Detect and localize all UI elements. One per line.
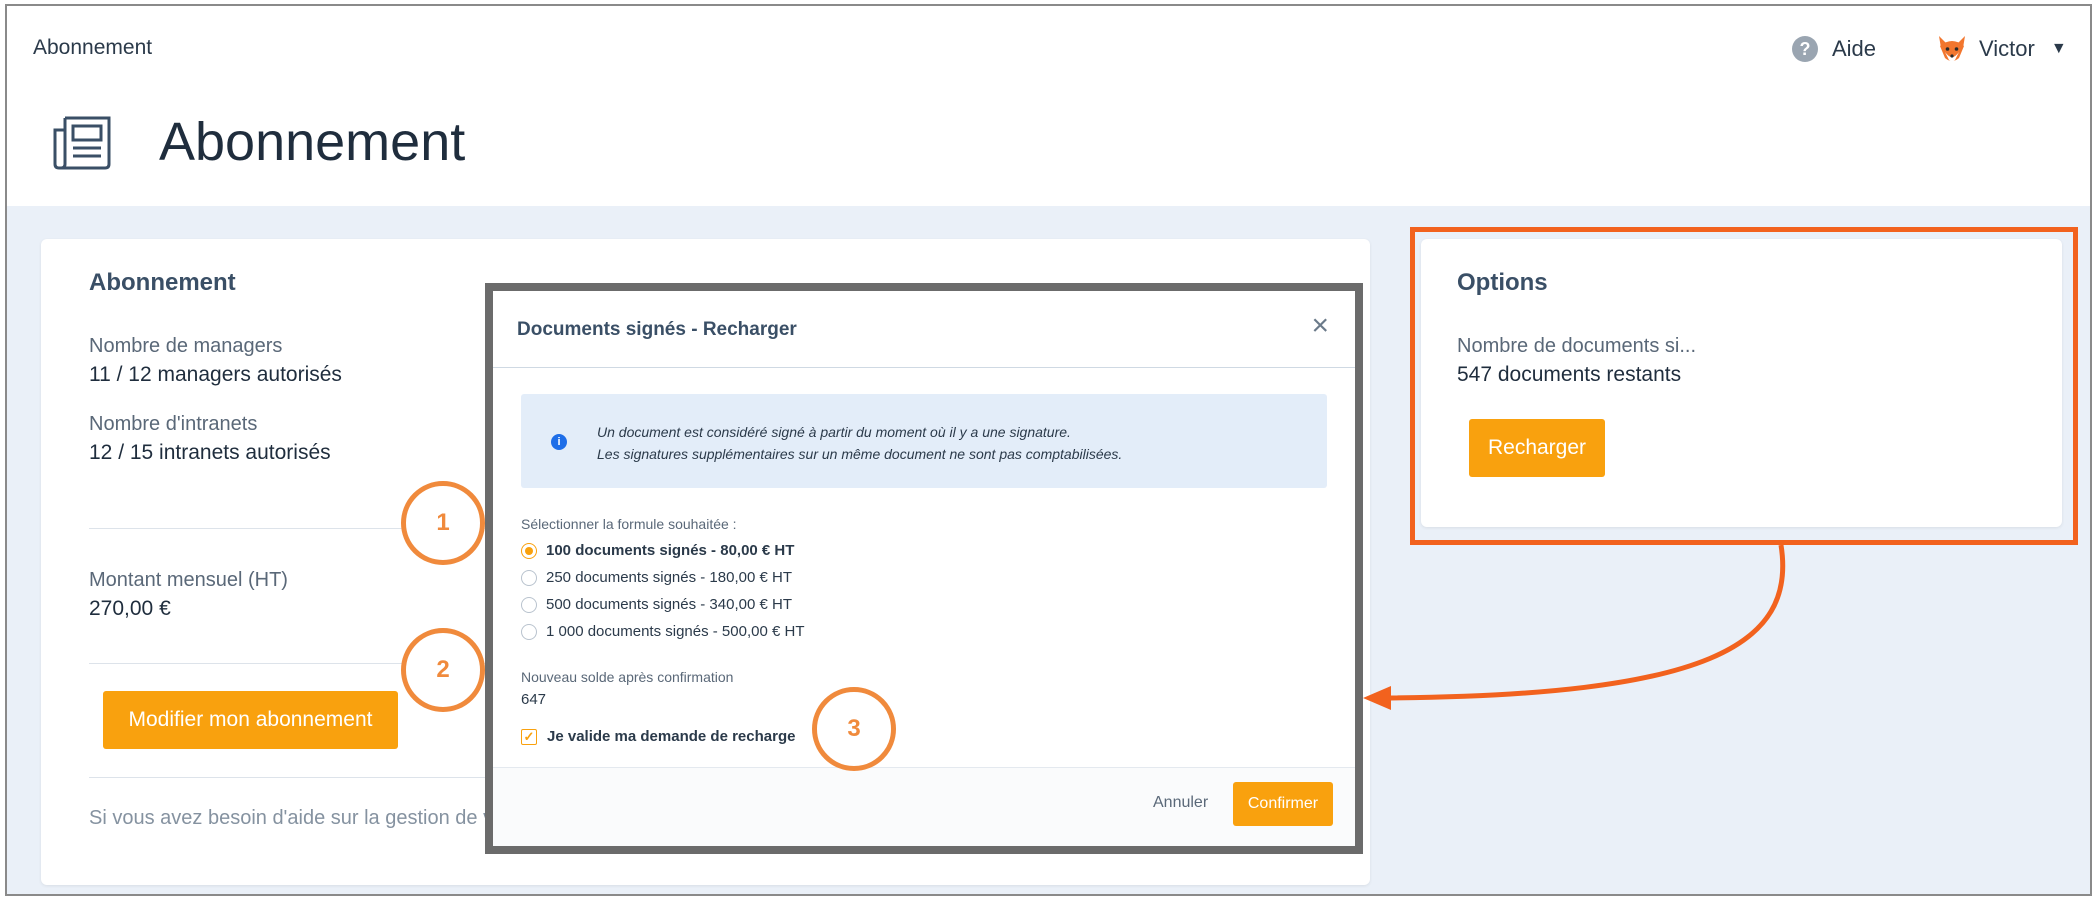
formula-option[interactable]: 250 documents signés - 180,00 € HT bbox=[521, 569, 792, 586]
modal-header: Documents signés - Recharger × bbox=[493, 291, 1355, 368]
close-icon[interactable]: × bbox=[1311, 311, 1329, 341]
cancel-button[interactable]: Annuler bbox=[1153, 794, 1208, 812]
modal-footer: Annuler Confirmer bbox=[493, 767, 1355, 846]
formula-option-label: 250 documents signés - 180,00 € HT bbox=[546, 569, 792, 586]
recharge-modal: Documents signés - Recharger × i Un docu… bbox=[485, 283, 1363, 854]
radio-selected[interactable] bbox=[521, 542, 537, 559]
info-icon: i bbox=[551, 434, 567, 450]
formula-option-label: 100 documents signés - 80,00 € HT bbox=[546, 542, 795, 559]
checkbox-checked-icon[interactable]: ✓ bbox=[521, 728, 537, 745]
confirm-recharge-label: Je valide ma demande de recharge bbox=[547, 728, 796, 745]
formula-option[interactable]: 500 documents signés - 340,00 € HT bbox=[521, 596, 792, 613]
annotation-marker-3: 3 bbox=[812, 687, 896, 771]
formula-option[interactable]: 100 documents signés - 80,00 € HT bbox=[521, 542, 794, 559]
app-frame: Abonnement ? Aide Victor ▼ Abonnement Ab… bbox=[5, 4, 2092, 896]
annotation-marker-1: 1 bbox=[401, 481, 485, 565]
radio-unselected[interactable] bbox=[521, 596, 537, 613]
formula-option-label: 1 000 documents signés - 500,00 € HT bbox=[546, 623, 805, 640]
new-balance-label: Nouveau solde après confirmation bbox=[521, 669, 734, 685]
annotation-marker-2: 2 bbox=[401, 628, 485, 712]
formula-option-label: 500 documents signés - 340,00 € HT bbox=[546, 596, 792, 613]
modal-title: Documents signés - Recharger bbox=[517, 319, 797, 340]
confirm-button[interactable]: Confirmer bbox=[1233, 782, 1333, 826]
radio-unselected[interactable] bbox=[521, 623, 537, 640]
formula-select-label: Sélectionner la formule souhaitée : bbox=[521, 516, 737, 532]
info-box: i Un document est considéré signé à part… bbox=[521, 394, 1327, 488]
radio-unselected[interactable] bbox=[521, 569, 537, 586]
formula-option[interactable]: 1 000 documents signés - 500,00 € HT bbox=[521, 623, 805, 640]
confirm-recharge-checkbox-row[interactable]: ✓ Je valide ma demande de recharge bbox=[521, 728, 795, 745]
new-balance-value: 647 bbox=[521, 691, 547, 708]
info-text-line-2: Les signatures supplémentaires sur un mê… bbox=[597, 446, 1123, 462]
info-text-line-1: Un document est considéré signé à partir… bbox=[597, 424, 1071, 440]
